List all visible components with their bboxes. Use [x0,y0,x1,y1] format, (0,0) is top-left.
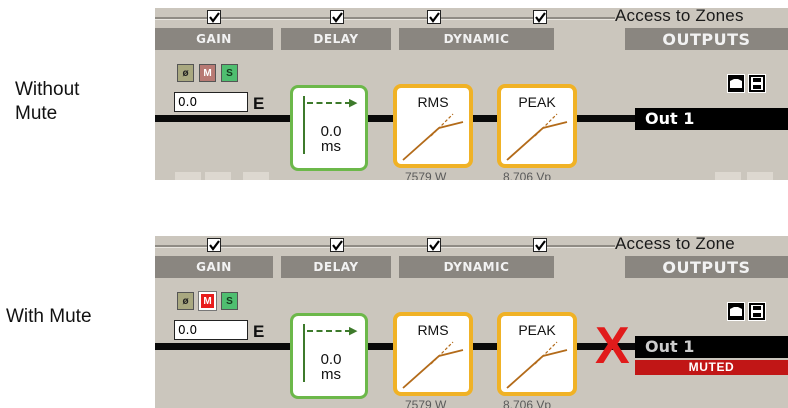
channel-panel-with-mute: Access to Zone GAIN DELAY DYNAMIC OUTPUT… [155,236,788,408]
dynamic-rms-enable-checkbox[interactable] [427,238,441,252]
folder-open-icon[interactable] [727,74,745,93]
peak-limiter-block[interactable]: PEAK [497,312,577,396]
gain-enable-checkbox[interactable] [207,10,221,24]
delay-number: 0.0 [320,351,342,368]
delay-header: DELAY [281,256,391,278]
rms-limiter-block[interactable]: RMS [393,312,473,396]
caption-line-1: Without [15,79,80,100]
muted-badge: MUTED [635,360,788,375]
phase-button[interactable]: ø [177,64,194,82]
gain-enable-checkbox[interactable] [207,238,221,252]
eq-button[interactable]: E [253,94,264,114]
caption-without-mute: Without Mute [15,78,79,126]
outputs-header: OUTPUTS [625,256,788,278]
delay-block[interactable]: ▶ 0.0 ms [290,85,368,171]
dynamic-peak-enable-checkbox[interactable] [533,238,547,252]
dynamic-header: DYNAMIC [399,256,554,278]
delay-block[interactable]: ▶ 0.0 ms [290,313,368,399]
channel-panel-without-mute: Access to Zones GAIN DELAY DYNAMIC OUTPU… [155,8,788,180]
output-name[interactable]: Out 1 [635,336,788,358]
gain-input[interactable]: 0.0 [174,92,248,112]
peak-limiter-block[interactable]: PEAK [497,84,577,168]
access-to-zones-link[interactable]: Access to Zone [615,236,735,254]
phase-button[interactable]: ø [177,292,194,310]
rms-value: 7579 W [405,170,447,180]
delay-bar-icon [303,324,305,382]
peak-value: 8.706 Vp [503,170,552,180]
gain-header: GAIN [155,256,273,278]
save-disk-icon[interactable] [748,74,766,93]
scroll-slab [205,172,231,180]
delay-value: 0.0 ms [309,352,353,382]
scroll-slab [747,172,773,180]
solo-button[interactable]: S [221,64,238,82]
access-to-zones-link[interactable]: Access to Zones [615,8,744,26]
delay-dash-icon [307,330,351,332]
rms-label: RMS [417,322,449,338]
scroll-slab [715,172,741,180]
peak-label: PEAK [518,322,556,338]
dynamic-peak-enable-checkbox[interactable] [533,10,547,24]
delay-value: 0.0 ms [309,124,353,154]
save-disk-icon[interactable] [748,302,766,321]
gain-header: GAIN [155,28,273,50]
scroll-slab [243,172,269,180]
folder-open-icon[interactable] [727,302,745,321]
dynamic-header: DYNAMIC [399,28,554,50]
delay-bar-icon [303,96,305,154]
gain-input[interactable]: 0.0 [174,320,248,340]
rms-label: RMS [417,94,449,110]
mute-button[interactable]: M [199,64,216,82]
output-name[interactable]: Out 1 [635,108,788,130]
dynamic-rms-enable-checkbox[interactable] [427,10,441,24]
outputs-header: OUTPUTS [625,28,788,50]
delay-number: 0.0 [320,123,342,140]
delay-arrow-icon: ▶ [349,325,358,337]
scroll-slab [175,172,201,180]
eq-button[interactable]: E [253,322,264,342]
peak-label: PEAK [518,94,556,110]
mute-x-icon: X [595,317,630,375]
delay-unit: ms [321,138,341,155]
delay-dash-icon [307,102,351,104]
rms-limiter-block[interactable]: RMS [393,84,473,168]
delay-enable-checkbox[interactable] [330,238,344,252]
delay-enable-checkbox[interactable] [330,10,344,24]
delay-header: DELAY [281,28,391,50]
mute-button-active[interactable]: M [198,291,217,311]
caption-line-2: Mute [15,103,58,124]
solo-button[interactable]: S [221,292,238,310]
delay-arrow-icon: ▶ [349,97,358,109]
delay-unit: ms [321,366,341,383]
caption-with-mute: With Mute [6,306,92,327]
